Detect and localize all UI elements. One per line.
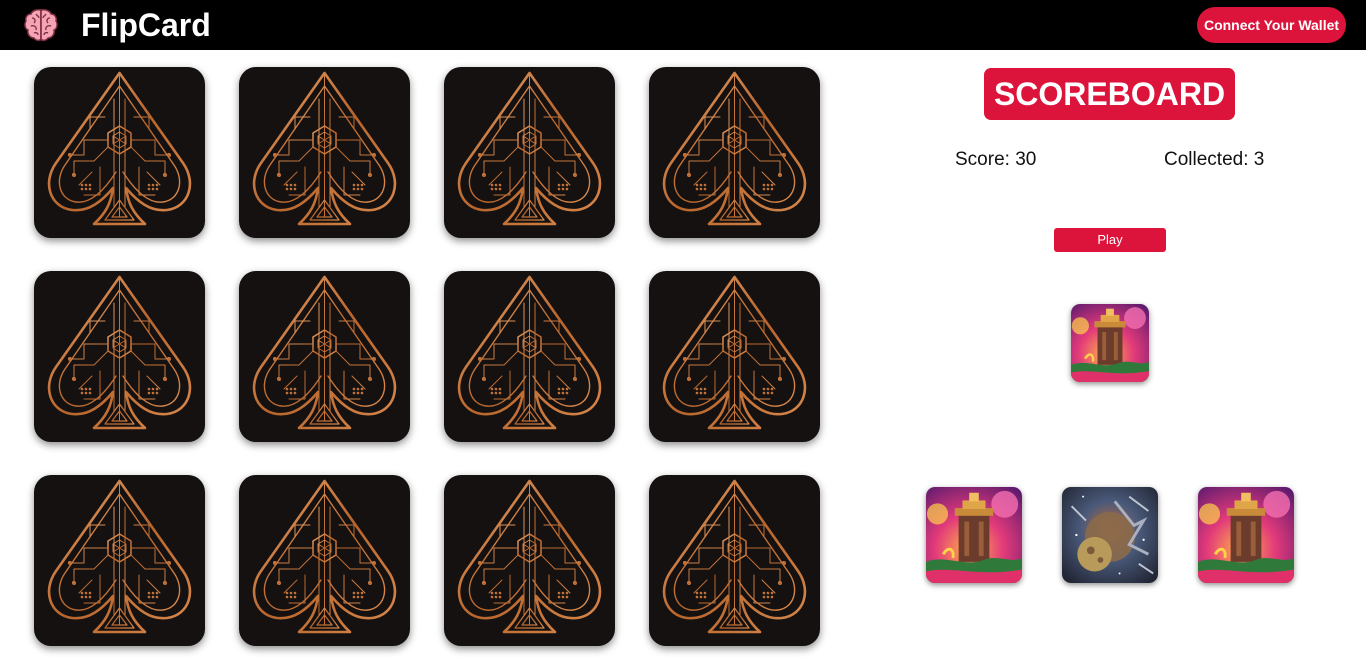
card-back[interactable] xyxy=(239,475,410,646)
card-back[interactable] xyxy=(649,475,820,646)
card-back[interactable] xyxy=(444,67,615,238)
app-title: FlipCard xyxy=(81,7,211,43)
card-back[interactable] xyxy=(444,475,615,646)
play-button[interactable]: Play xyxy=(1054,228,1166,252)
collected-card xyxy=(926,487,1022,583)
collected-card xyxy=(1062,487,1158,583)
collected-text: Collected: 3 xyxy=(1164,149,1265,170)
card-back[interactable] xyxy=(649,67,820,238)
card-back[interactable] xyxy=(444,271,615,442)
score-text: Score: 30 xyxy=(955,149,1037,170)
connect-wallet-button[interactable]: Connect Your Wallet xyxy=(1197,7,1346,43)
collected-card xyxy=(1198,487,1294,583)
card-back[interactable] xyxy=(34,475,205,646)
card-back[interactable] xyxy=(34,271,205,442)
brain-icon xyxy=(24,9,58,42)
top-navbar: FlipCard Connect Your Wallet xyxy=(0,0,1366,50)
card-back[interactable] xyxy=(649,271,820,442)
card-back[interactable] xyxy=(239,271,410,442)
card-back[interactable] xyxy=(34,67,205,238)
scoreboard-title: SCOREBOARD xyxy=(984,68,1235,120)
card-back[interactable] xyxy=(239,67,410,238)
current-card-image xyxy=(1071,304,1149,382)
